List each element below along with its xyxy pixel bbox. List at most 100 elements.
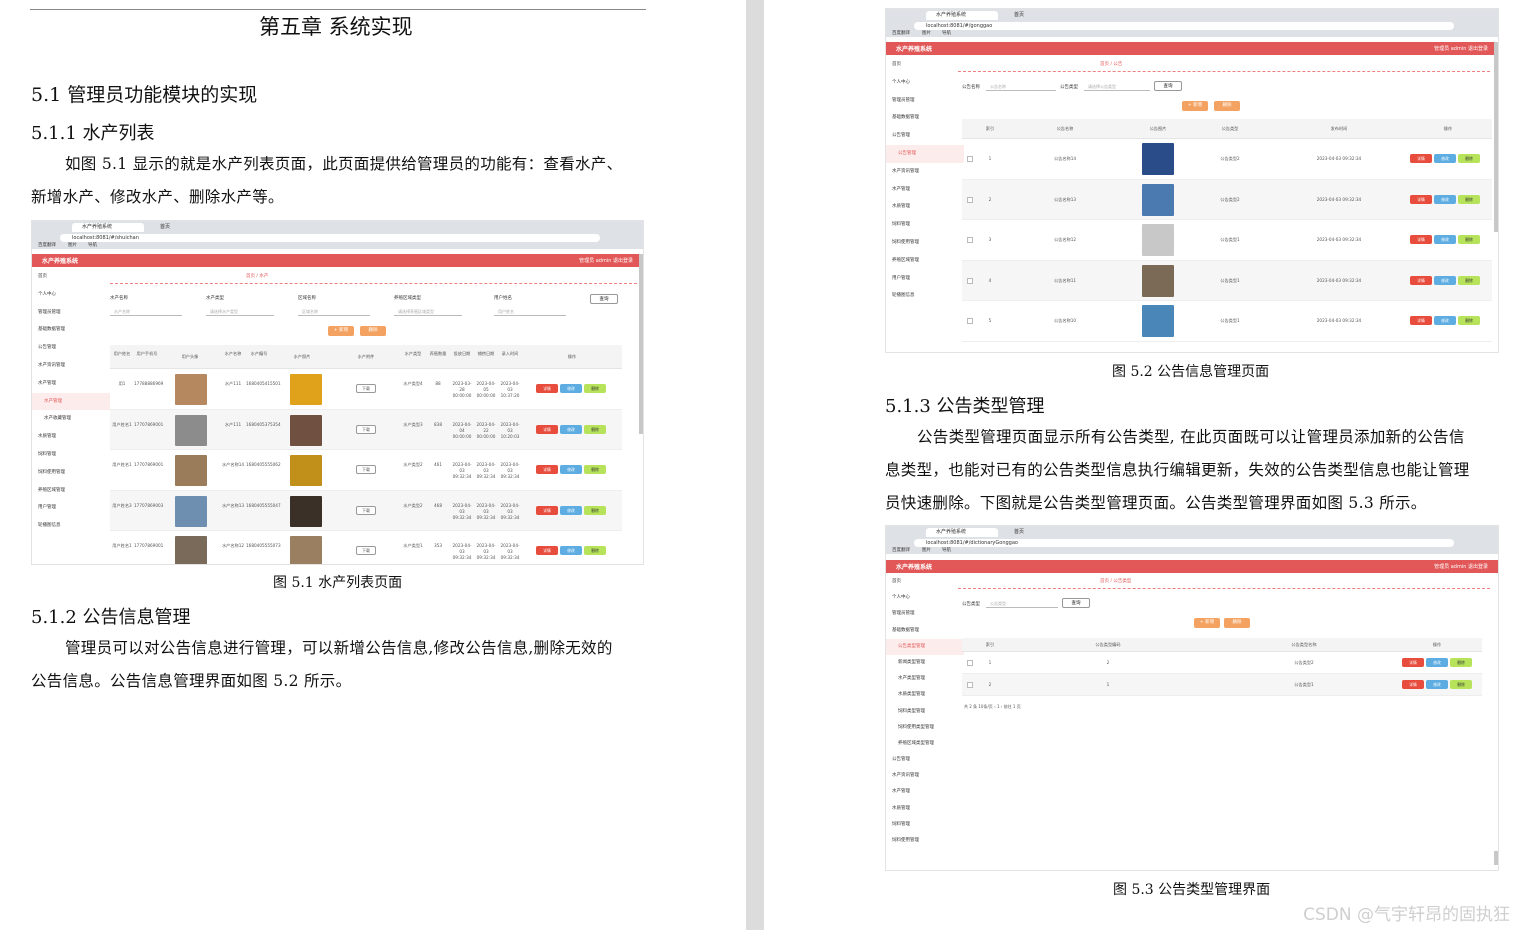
sidebar-item[interactable]: 水产管理 xyxy=(886,181,964,199)
type-select[interactable]: 请选择公告类型 xyxy=(1084,82,1150,91)
view-button[interactable]: 详情 xyxy=(536,465,558,474)
sidebar-item[interactable]: 公告管理 xyxy=(886,752,964,768)
view-button[interactable]: 详情 xyxy=(1410,275,1432,285)
sidebar-item[interactable]: 饲料使用管理 xyxy=(886,234,964,252)
sidebar-item[interactable]: 轮播图信息 xyxy=(32,517,110,535)
sidebar-item[interactable]: 基础数据管理 xyxy=(886,623,964,639)
column-header[interactable]: 水产名称 xyxy=(220,351,246,357)
row-checkbox[interactable] xyxy=(967,682,973,688)
edit-button[interactable]: 修改 xyxy=(560,424,582,434)
view-button[interactable]: 详情 xyxy=(1410,154,1432,163)
pagination[interactable]: 共 2 条 10条/页 ‹ 1 › 前往 1 页 xyxy=(964,704,1021,710)
bookmark[interactable]: 导航 xyxy=(942,548,951,554)
type-select[interactable]: 请选择养殖区域类型 xyxy=(394,307,462,316)
table-row[interactable]: 用户姓名1 17707869001 水产名称12 1680405555073 水产类型1… xyxy=(110,531,622,564)
bookmark[interactable]: 图片 xyxy=(922,31,931,37)
sidebar-item[interactable]: 新闻类型管理 xyxy=(886,655,964,671)
row-checkbox[interactable] xyxy=(967,237,973,243)
sidebar-item[interactable]: 水产管理 xyxy=(886,784,964,800)
row-checkbox[interactable] xyxy=(967,196,973,203)
address-bar[interactable]: localhost:8081/#/gonggao xyxy=(914,22,1454,30)
delete-button[interactable]: 删除 xyxy=(584,546,606,555)
table-row[interactable]: 用户姓名1 17707869001 水产名称14 1680405555062 水产类型2… xyxy=(110,450,622,491)
edit-button[interactable]: 修改 xyxy=(1434,316,1456,325)
column-header[interactable]: 水产类型 xyxy=(400,351,426,357)
query-button[interactable]: 查询 xyxy=(1062,598,1090,608)
bookmark[interactable]: 导航 xyxy=(88,243,97,249)
column-header[interactable]: 用户手机号 xyxy=(134,351,160,357)
column-header[interactable]: 水产照片 xyxy=(272,354,332,360)
edit-button[interactable]: 修改 xyxy=(1426,680,1448,689)
bookmark[interactable]: 导航 xyxy=(942,31,951,37)
search-input[interactable]: 水产名称 xyxy=(110,307,182,316)
browser-tab[interactable]: 水产养殖系统 xyxy=(72,223,144,232)
sidebar-item[interactable]: 管理员管理 xyxy=(886,606,964,622)
bookmark[interactable]: 百度翻译 xyxy=(892,548,910,554)
column-header[interactable]: 养殖数量 xyxy=(426,351,450,357)
delete-button[interactable]: 删除 xyxy=(584,465,606,474)
table-row[interactable]: 1 公告名称14 公告类型2 2023-04-03 09:32:34 详情 修改 删除 xyxy=(962,139,1492,180)
sidebar-item[interactable]: 公告管理 xyxy=(886,127,964,145)
column-header[interactable]: 水产附件 xyxy=(332,354,400,360)
column-header[interactable]: 发布时间 xyxy=(1274,126,1404,132)
column-header[interactable]: 水产编号 xyxy=(246,351,272,357)
download-button[interactable]: 下载 xyxy=(356,546,376,555)
column-header[interactable]: 投放日期 xyxy=(450,351,474,357)
table-row[interactable]: 用1 17788886969 水产111 1680405415501 水产类型4 88 20… xyxy=(110,369,622,410)
column-header[interactable]: 公告名称 xyxy=(1000,126,1130,132)
sidebar-item[interactable]: 基础数据管理 xyxy=(886,109,964,127)
sidebar-item[interactable]: 首页 xyxy=(32,268,110,286)
browser-tab[interactable]: 水产养殖系统 xyxy=(926,11,998,20)
delete-button[interactable]: 删除 xyxy=(584,424,606,434)
sidebar-item[interactable]: 水产收藏管理 xyxy=(32,410,110,428)
bookmark[interactable]: 图片 xyxy=(68,243,77,249)
delete-button[interactable]: 删除 xyxy=(584,384,606,393)
sidebar-item[interactable]: 个人中心 xyxy=(886,74,964,92)
view-button[interactable]: 详情 xyxy=(1410,194,1432,204)
browser-tab[interactable]: 首页 xyxy=(1004,11,1074,20)
sidebar-item[interactable]: 水产资讯管理 xyxy=(886,768,964,784)
view-button[interactable]: 详情 xyxy=(536,384,558,393)
column-header[interactable]: 用户头像 xyxy=(160,354,220,360)
row-checkbox[interactable] xyxy=(967,318,973,324)
edit-button[interactable]: 修改 xyxy=(1434,275,1456,285)
query-button[interactable]: 查询 xyxy=(590,294,618,304)
sidebar-item[interactable]: 管理员管理 xyxy=(886,92,964,110)
row-checkbox[interactable] xyxy=(967,277,973,284)
sidebar-item[interactable]: 管理员管理 xyxy=(32,304,110,322)
search-input[interactable]: 公告名称 xyxy=(986,82,1056,91)
sidebar-item[interactable]: 饲料类型管理 xyxy=(886,704,964,720)
add-button[interactable]: + 新增 xyxy=(328,326,354,336)
delete-button[interactable]: 删除 xyxy=(584,505,606,515)
sidebar-item[interactable]: 饲料使用类型管理 xyxy=(886,720,964,736)
delete-button[interactable]: 删除 xyxy=(1458,235,1480,244)
view-button[interactable]: 详情 xyxy=(536,424,558,434)
column-header[interactable]: 公告类型编码 xyxy=(1000,642,1216,648)
sidebar-item[interactable]: 饲料使用管理 xyxy=(32,464,110,482)
scrollbar[interactable] xyxy=(639,254,643,434)
sidebar-item[interactable]: 水产资讯管理 xyxy=(32,357,110,375)
sidebar-item[interactable]: 水质管理 xyxy=(886,198,964,216)
sidebar-item[interactable]: 用户管理 xyxy=(886,270,964,288)
column-header[interactable]: 索引 xyxy=(980,126,1000,132)
view-button[interactable]: 详情 xyxy=(1410,316,1432,325)
edit-button[interactable]: 修改 xyxy=(560,546,582,555)
download-button[interactable]: 下载 xyxy=(356,384,376,393)
edit-button[interactable]: 修改 xyxy=(1434,235,1456,244)
browser-tab[interactable]: 水产养殖系统 xyxy=(926,528,998,537)
bookmark[interactable]: 百度翻译 xyxy=(892,31,910,37)
sidebar-item[interactable]: 饲料管理 xyxy=(886,216,964,234)
sidebar-item-active[interactable]: 公告管理 xyxy=(886,144,964,163)
scrollbar[interactable] xyxy=(1494,42,1498,232)
table-row[interactable]: 1 2 公告类型2 详情 修改 删除 xyxy=(962,652,1482,674)
table-row[interactable]: 用户姓名3 17707869003 水产名称13 1680405555047 水产类型2… xyxy=(110,490,622,531)
bookmark[interactable]: 图片 xyxy=(922,548,931,554)
view-button[interactable]: 详情 xyxy=(536,505,558,515)
add-button[interactable]: + 新增 xyxy=(1182,101,1208,111)
column-header[interactable]: 公告类型名称 xyxy=(1216,642,1392,648)
table-row[interactable]: 2 公告名称13 公告类型2 2023-04-03 09:32:34 详情 修改 删除 xyxy=(962,179,1492,220)
search-input[interactable]: 区域名称 xyxy=(298,307,370,316)
sidebar-item[interactable]: 水产类型管理 xyxy=(886,671,964,687)
user-menu[interactable]: 管理员 admin 退出登录 xyxy=(579,257,633,264)
sidebar-item[interactable]: 水产资讯管理 xyxy=(886,163,964,181)
